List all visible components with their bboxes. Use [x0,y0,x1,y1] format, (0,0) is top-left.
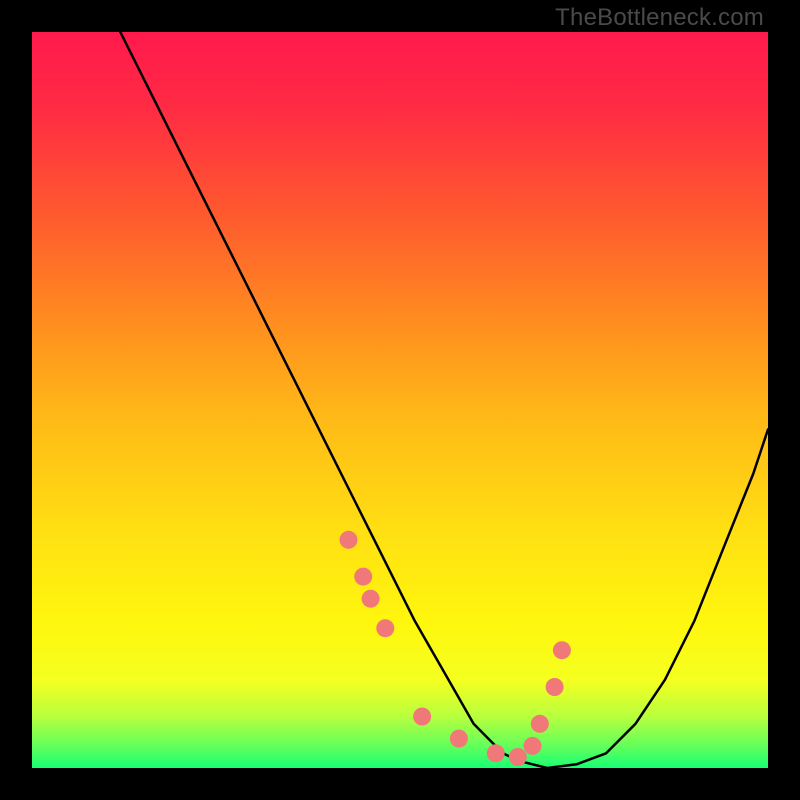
plot-area [32,32,768,768]
curve-marker [509,748,527,766]
curve-marker [553,641,571,659]
curve-marker [340,531,358,549]
chart-container: TheBottleneck.com [0,0,800,800]
curve-marker [413,708,431,726]
curve-marker [524,737,542,755]
curve-line [120,32,768,768]
chart-svg [32,32,768,768]
curve-marker [376,619,394,637]
curve-marker [546,678,564,696]
curve-marker [450,730,468,748]
curve-marker [487,744,505,762]
watermark-text: TheBottleneck.com [555,4,764,32]
curve-marker [354,568,372,586]
curve-marker [531,715,549,733]
curve-markers [340,531,571,766]
curve-marker [362,590,380,608]
